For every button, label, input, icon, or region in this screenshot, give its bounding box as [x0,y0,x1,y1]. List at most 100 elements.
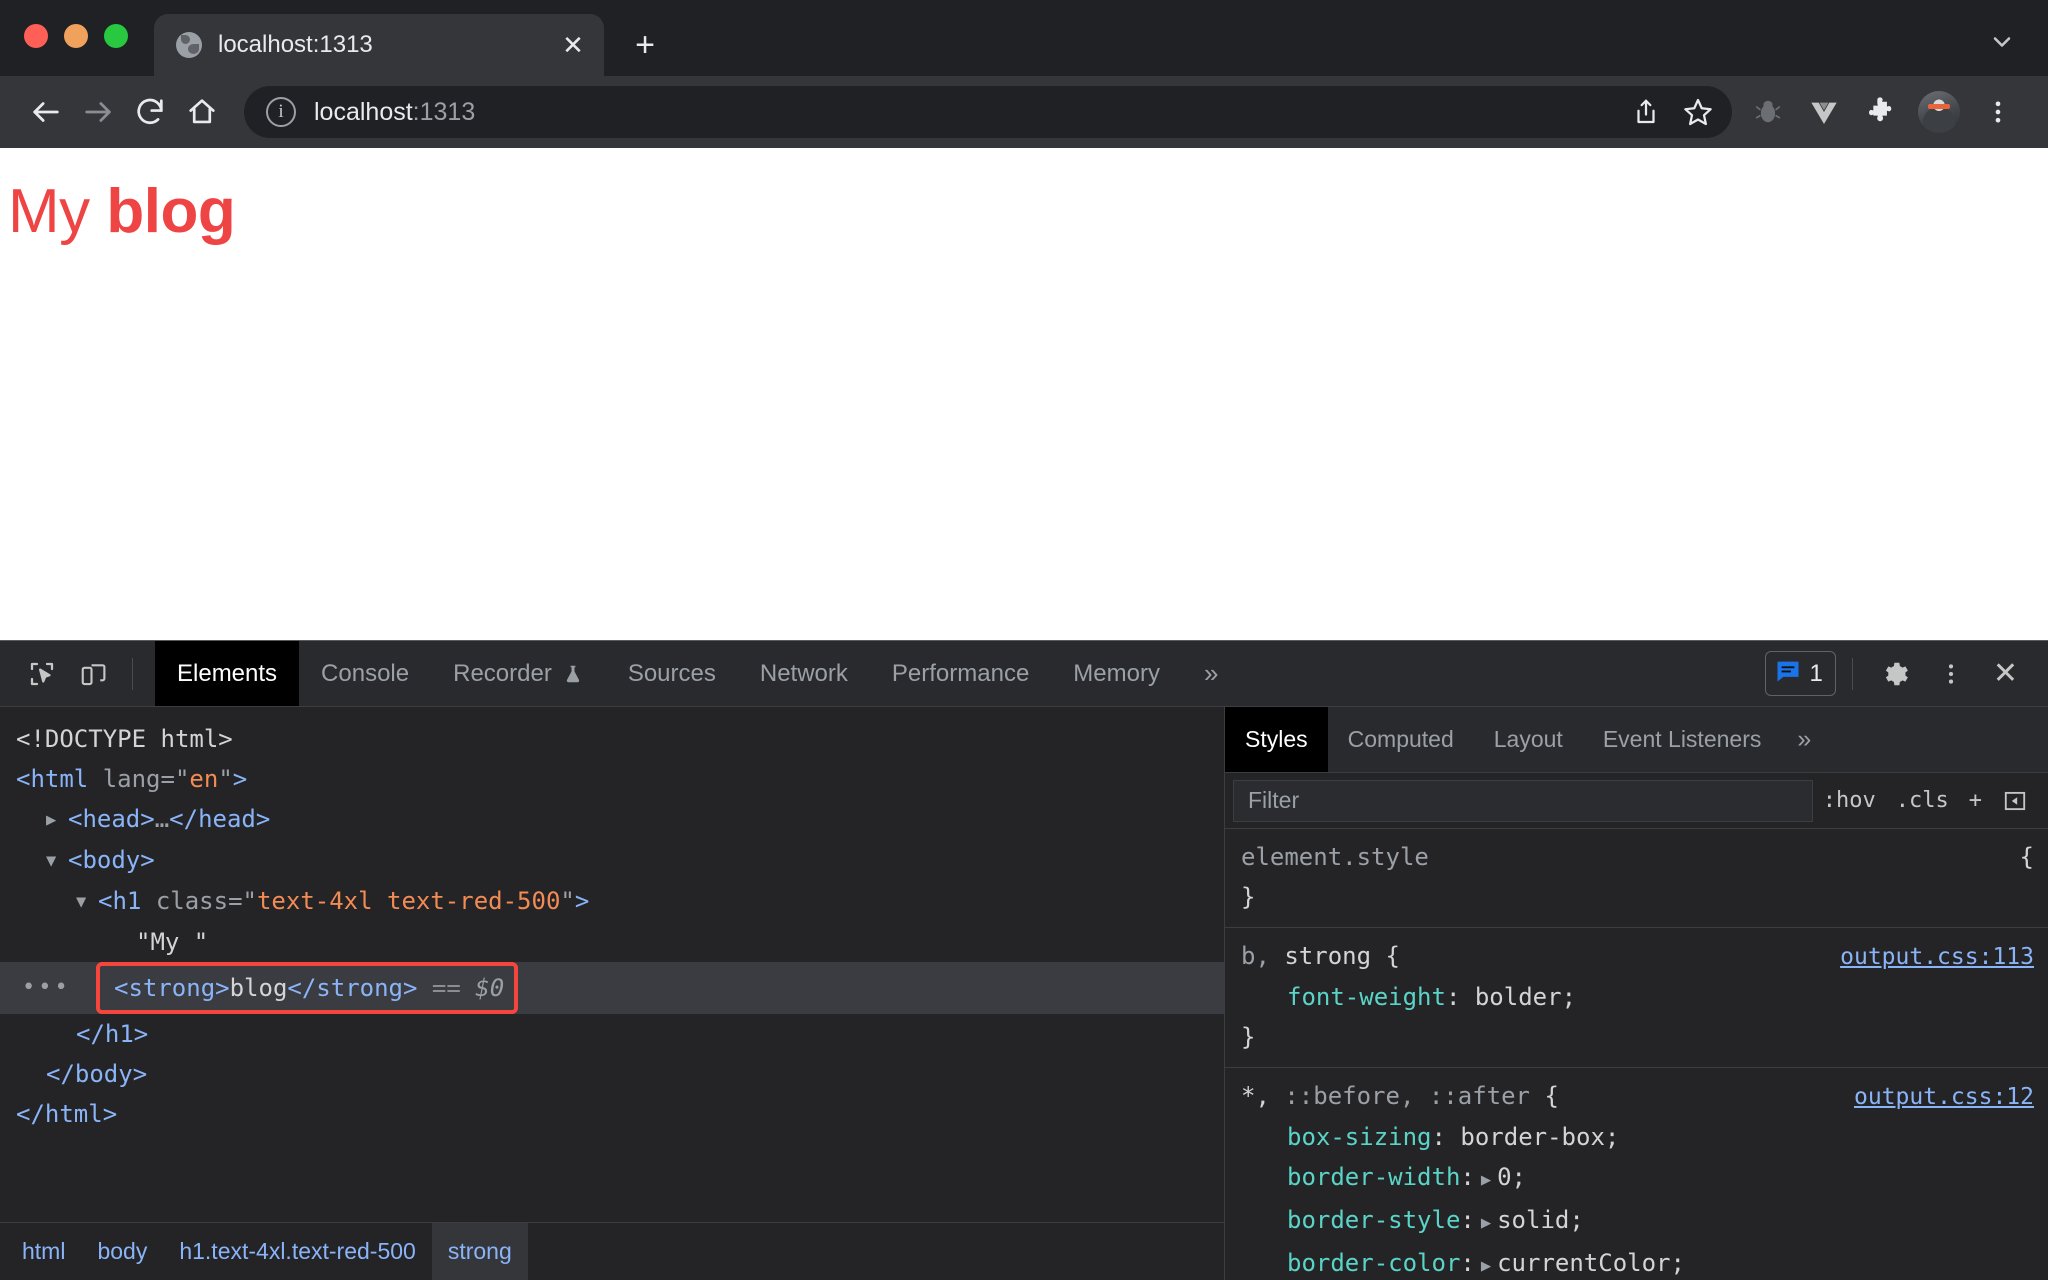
vue-devtools-icon[interactable] [1798,86,1850,138]
page-title-normal: My [8,177,106,246]
star-icon[interactable] [1672,86,1724,138]
more-styles-tabs-icon[interactable]: » [1781,707,1827,772]
declaration-value[interactable]: solid [1497,1206,1569,1234]
tab-performance-label: Performance [892,660,1029,688]
row-more-icon[interactable]: ••• [16,968,102,1008]
puzzle-icon[interactable] [1854,86,1906,138]
style-rule-selector[interactable]: element.style [1241,837,2005,877]
window-close-button[interactable] [24,24,48,48]
style-rule-universal[interactable]: *, ::before, ::after { output.css:12 box… [1225,1068,2048,1280]
close-icon[interactable]: ✕ [556,28,590,62]
declaration-value[interactable]: border-box [1460,1123,1605,1151]
style-rule-selector[interactable]: b, strong { [1241,936,1826,976]
address-bar[interactable]: i localhost:1313 [244,86,1732,138]
device-toolbar-icon[interactable] [68,659,120,689]
new-style-rule-button[interactable]: + [1959,788,1992,813]
style-rule-element-style[interactable]: element.style { } [1225,829,2048,928]
cls-toggle[interactable]: .cls [1886,788,1959,813]
forward-button[interactable] [72,86,124,138]
window-maximize-button[interactable] [104,24,128,48]
dom-row-head[interactable]: ▶<head>…</head> [0,799,1224,840]
tab-network-label: Network [760,660,848,688]
declaration-border-width[interactable]: border-width:▶0; [1225,1157,2048,1200]
inspect-element-icon[interactable] [16,659,68,689]
toggle-sidebar-icon[interactable] [1992,788,2038,814]
tab-console[interactable]: Console [299,641,431,706]
declaration-box-sizing[interactable]: box-sizing: border-box; [1225,1117,2048,1157]
home-icon[interactable] [176,86,228,138]
strong-open-tag: <strong> [114,974,230,1002]
tab-elements[interactable]: Elements [155,641,299,706]
dom-row-body-close[interactable]: </body> [0,1054,1224,1094]
tab-elements-label: Elements [177,660,277,688]
devtools-tabbar-actions: 1 ✕ [1765,641,2048,706]
expand-triangle-icon[interactable]: ▶ [1475,1213,1497,1233]
text-node-value: "My " [136,928,208,956]
reload-icon[interactable] [124,86,176,138]
breadcrumb-item-html[interactable]: html [6,1223,81,1280]
share-icon[interactable] [1620,86,1672,138]
breadcrumb-item-strong[interactable]: strong [432,1223,528,1280]
declaration-value[interactable]: bolder [1475,983,1562,1011]
declaration-value[interactable]: currentColor [1497,1249,1670,1277]
devtools-more-icon[interactable] [1925,661,1977,687]
back-button[interactable] [20,86,72,138]
devtools-tool-group [0,641,155,706]
collapse-triangle-icon[interactable]: ▼ [46,841,68,881]
style-rule-b-strong[interactable]: b, strong { output.css:113 font-weight: … [1225,928,2048,1068]
expand-triangle-icon[interactable]: ▶ [46,800,68,840]
address-port: :1313 [413,98,476,126]
chevron-down-icon[interactable] [1982,22,2022,62]
three-dot-menu-icon[interactable] [1972,86,2024,138]
tab-layout[interactable]: Layout [1474,707,1583,772]
tab-memory[interactable]: Memory [1051,641,1182,706]
devtools-panel: Elements Console Recorder Sources Networ… [0,640,2048,1280]
expand-triangle-icon[interactable]: ▶ [1475,1170,1497,1190]
more-tabs-icon[interactable]: » [1182,641,1240,706]
dom-row-html[interactable]: <html lang="en"> [0,759,1224,799]
declaration-border-style[interactable]: border-style:▶solid; [1225,1200,2048,1243]
devtools-tabs: Elements Console Recorder Sources Networ… [155,641,1765,706]
declaration-font-weight[interactable]: font-weight: bolder; [1225,977,2048,1017]
style-source-link[interactable]: output.css:113 [1826,937,2034,977]
expand-triangle-icon[interactable]: ▶ [1475,1256,1497,1276]
tab-recorder[interactable]: Recorder [431,641,606,706]
style-source-link[interactable]: output.css:12 [1840,1077,2034,1117]
tab-computed[interactable]: Computed [1328,707,1474,772]
h1-attr-name: class [156,887,228,915]
breadcrumb-item-h1[interactable]: h1.text-4xl.text-red-500 [163,1223,432,1280]
new-tab-button[interactable]: + [620,20,670,70]
hov-toggle[interactable]: :hov [1813,788,1886,813]
styles-filter-input[interactable]: Filter [1233,780,1813,822]
devtools-close-icon[interactable]: ✕ [1981,656,2030,691]
dom-row-html-close[interactable]: </html> [0,1094,1224,1134]
browser-tab-localhost[interactable]: localhost:1313 ✕ [154,14,604,76]
bug-icon[interactable] [1742,86,1794,138]
dom-tree[interactable]: <!DOCTYPE html> <html lang="en"> ▶<head>… [0,707,1224,1222]
dom-row-h1-close[interactable]: </h1> [0,1014,1224,1054]
window-minimize-button[interactable] [64,24,88,48]
issues-count: 1 [1810,660,1823,688]
tab-network[interactable]: Network [738,641,870,706]
tab-performance[interactable]: Performance [870,641,1051,706]
gear-icon[interactable] [1869,659,1921,689]
tab-event-listeners[interactable]: Event Listeners [1583,707,1782,772]
declaration-value[interactable]: 0 [1497,1163,1511,1191]
site-info-icon[interactable]: i [266,97,296,127]
dom-row-body[interactable]: ▼<body> [0,840,1224,881]
tab-sources[interactable]: Sources [606,641,738,706]
dollar-zero-marker: $0 [475,974,504,1002]
tab-styles[interactable]: Styles [1225,707,1328,772]
avatar[interactable] [1918,91,1960,133]
extension-icons [1742,86,2024,138]
style-rule-selector[interactable]: *, ::before, ::after { [1241,1076,1840,1116]
declaration-border-color[interactable]: border-color:▶currentColor; [1225,1243,2048,1280]
dom-row-textnode[interactable]: "My " [0,922,1224,962]
dom-row-doctype[interactable]: <!DOCTYPE html> [0,719,1224,759]
dom-row-h1[interactable]: ▼<h1 class="text-4xl text-red-500"> [0,881,1224,922]
breadcrumb: html body h1.text-4xl.text-red-500 stron… [0,1222,1224,1280]
breadcrumb-item-body[interactable]: body [81,1223,163,1280]
issues-badge[interactable]: 1 [1765,651,1836,696]
dom-row-strong-selected[interactable]: ••• <strong>blog</strong> == $0 [0,962,1224,1014]
collapse-triangle-icon[interactable]: ▼ [76,882,98,922]
